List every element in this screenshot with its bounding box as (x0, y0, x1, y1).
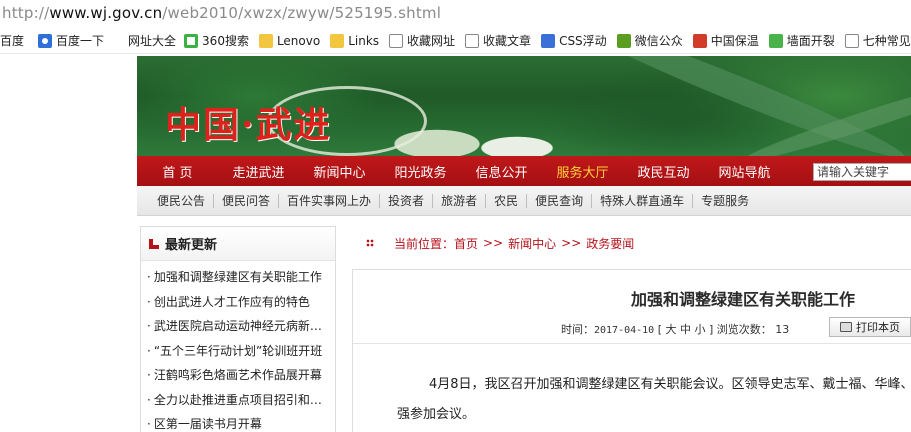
site-logo[interactable]: 中国·武进 (165, 96, 332, 148)
grid-dots-icon (366, 239, 374, 247)
bookmark-label: 收藏网址 (407, 34, 456, 48)
url-path: /web2010/xwzx/zwyw/525195.shtml (162, 4, 442, 22)
folder-icon (330, 33, 345, 48)
page-icon (389, 33, 404, 48)
bookmark-wangzhi-daquan[interactable]: 网址大全 (128, 32, 176, 49)
address-bar[interactable]: http://www.wj.gov.cn/web2010/xwzx/zwyw/5… (0, 0, 911, 26)
bookmark-label: 墙面开裂 (786, 34, 835, 48)
breadcrumb-news[interactable]: 新闻中心 (508, 235, 556, 252)
list-item[interactable]: 加强和调整绿建区有关职能工作 (147, 265, 331, 290)
bookmark-label: CSS浮动 (559, 34, 607, 48)
bookmark-qiangmian[interactable]: 墙面开裂 (768, 32, 835, 49)
breadcrumb-separator: >> (561, 236, 582, 250)
list-item[interactable]: 区第一届读书月开幕 (147, 412, 331, 432)
bookmark-css[interactable]: CSS浮动 (541, 32, 607, 49)
subnav-item[interactable]: 特殊人群直通车 (592, 193, 694, 208)
bookmark-label: 百度 (0, 34, 25, 48)
nav-item-service-hall[interactable]: 服务大厅 (542, 162, 623, 181)
print-button[interactable]: 打印本页 (829, 317, 911, 337)
bookmark-360[interactable]: 360搜索 (184, 32, 249, 49)
article-body: 4月8日，我区召开加强和调整绿建区有关职能会议。区领导史志军、戴士福、华峰、杜强… (397, 377, 911, 422)
360-icon (184, 33, 199, 48)
time-label: 时间： (561, 323, 594, 336)
bookmark-label: 百度一下 (56, 34, 105, 48)
url-host: www.wj.gov.cn (49, 4, 163, 22)
search-input[interactable]: 请输入关键字 (813, 163, 911, 181)
article-date: 2017-04-10 (594, 325, 655, 336)
nav-item-gov-affairs[interactable]: 阳光政务 (380, 162, 461, 181)
bookmark-label: 微信公众 (634, 34, 683, 48)
panel-header: 最新更新 (141, 227, 335, 261)
main-nav: 首 页 走进武进 新闻中心 阳光政务 信息公开 服务大厅 政民互动 网站导航 请… (137, 156, 911, 186)
bookmark-label: 七种常见 (862, 34, 911, 48)
nav-item-interaction[interactable]: 政民互动 (623, 162, 704, 181)
print-label: 打印本页 (856, 321, 900, 334)
nav-item-info-disclosure[interactable]: 信息公开 (461, 162, 542, 181)
subnav-item[interactable]: 农民 (486, 193, 528, 208)
sub-nav: 便民公告 便民问答 百件实事网上办 投资者 旅游者 农民 便民查询 特殊人群直通… (137, 186, 911, 216)
printer-icon (840, 322, 852, 332)
bookmarks-bar: 百度 百度一下 网址大全 360搜索 Lenovo Links 收藏网址 收藏文… (0, 28, 911, 54)
subnav-item[interactable]: 投资者 (380, 193, 434, 208)
latest-updates-panel: 最新更新 加强和调整绿建区有关职能工作 创出武进人才工作应有的特色 武进医院启动… (140, 226, 336, 432)
breadcrumb-gov-news[interactable]: 政务要闻 (586, 235, 634, 252)
views-count: 13 (775, 323, 790, 336)
article-panel: 加强和调整绿建区有关职能工作 时间：2017-04-10 [ 大 中 小 ] 浏… (352, 269, 911, 432)
panel-title: 最新更新 (165, 238, 218, 253)
bookmark-label: 网址大全 (128, 34, 177, 48)
divider (353, 343, 911, 344)
nav-item-home[interactable]: 首 页 (137, 162, 218, 181)
banner-scenery (565, 56, 909, 156)
wechat-icon (616, 33, 631, 48)
article-meta: 时间：2017-04-10 [ 大 中 小 ] 浏览次数： 13 (561, 321, 789, 337)
chat-icon (768, 33, 783, 48)
font-size-controls[interactable]: [ 大 中 小 ] (658, 323, 714, 336)
shield-icon (692, 33, 707, 48)
latest-updates-list: 加强和调整绿建区有关职能工作 创出武进人才工作应有的特色 武进医院启动运动神经元… (141, 261, 335, 432)
subnav-item[interactable]: 专题服务 (693, 194, 757, 208)
bookmark-baidu-yixia[interactable]: 百度一下 (38, 32, 104, 49)
bookmark-wechat[interactable]: 微信公众 (616, 32, 683, 49)
list-item[interactable]: 武进医院启动运动神经元病新技术 (147, 314, 331, 339)
folder-icon (258, 33, 273, 48)
bookmark-lenovo[interactable]: Lenovo (258, 33, 321, 48)
subnav-item[interactable]: 便民查询 (527, 193, 593, 208)
url-scheme: http:// (2, 4, 50, 22)
bookmark-shoucang-wangzhi[interactable]: 收藏网址 (389, 32, 455, 49)
breadcrumb-home[interactable]: 首页 (454, 235, 478, 252)
subnav-item[interactable]: 便民公告 (149, 193, 215, 208)
subnav-item[interactable]: 旅游者 (433, 193, 487, 208)
bookmark-shoucang-wenzhang[interactable]: 收藏文章 (465, 32, 531, 49)
nav-item-sitemap[interactable]: 网站导航 (704, 162, 785, 181)
bookmark-label: 中国保温 (710, 34, 759, 48)
article-title: 加强和调整绿建区有关职能工作 (630, 290, 855, 309)
corner-marker-icon (149, 238, 159, 249)
list-item[interactable]: 汪鹤鸣彩色烙画艺术作品展开幕 (147, 363, 331, 388)
list-item[interactable]: “五个三年行动计划”轮训班开班 (147, 339, 331, 364)
views-label: 浏览次数： (716, 323, 772, 336)
bookmark-baidu[interactable]: 百度 (0, 32, 24, 49)
list-item[interactable]: 创出武进人才工作应有的特色 (147, 290, 331, 315)
bookmark-links[interactable]: Links (330, 33, 380, 48)
paw-icon (38, 33, 53, 48)
bookmark-label: Lenovo (276, 33, 321, 48)
breadcrumb-label: 当前位置： (394, 236, 455, 251)
header-banner: 中国·武进 (137, 56, 911, 156)
bookmark-qizhong[interactable]: 七种常见 (844, 32, 911, 49)
bookmark-label: 收藏文章 (483, 34, 532, 48)
breadcrumb: 当前位置： 首页 >> 新闻中心 >> 政务要闻 (352, 232, 911, 254)
bookmark-label: Links (348, 33, 380, 48)
subnav-item[interactable]: 便民问答 (214, 193, 280, 208)
breadcrumb-separator: >> (483, 236, 504, 250)
css-icon (541, 33, 556, 48)
nav-item-news[interactable]: 新闻中心 (299, 162, 380, 181)
nav-item-about[interactable]: 走进武进 (218, 162, 299, 181)
bookmark-label: 360搜索 (202, 34, 249, 48)
page-icon (465, 33, 480, 48)
bookmark-baowen[interactable]: 中国保温 (692, 32, 759, 49)
subnav-item[interactable]: 百件实事网上办 (279, 193, 381, 208)
list-item[interactable]: 全力以赴推进重点项目招引和建设 (147, 388, 331, 413)
page-icon (844, 33, 859, 48)
